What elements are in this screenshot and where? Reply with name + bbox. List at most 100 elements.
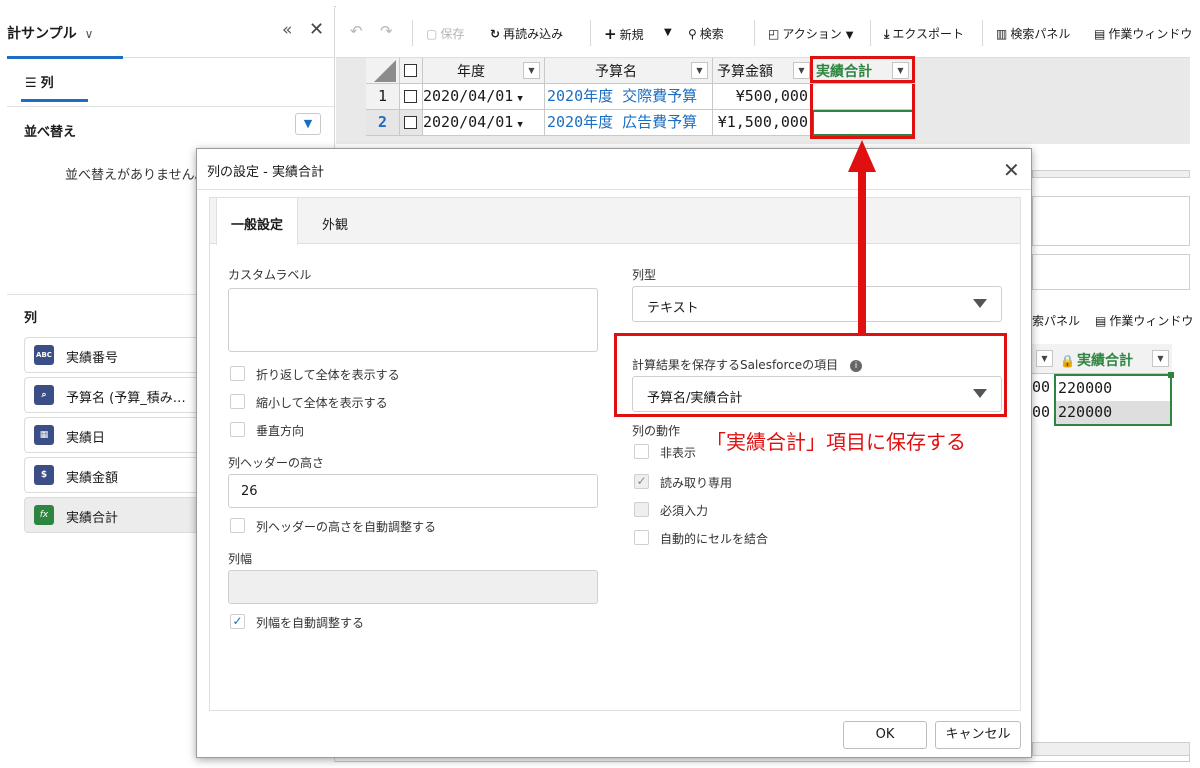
row-checkbox[interactable] — [404, 90, 417, 103]
grid-cell-budget-name-link[interactable]: 2020年度 交際費予算 — [545, 84, 713, 110]
new-button[interactable]: + 新規 — [604, 25, 644, 43]
column-filter-icon[interactable]: ▼ — [691, 62, 708, 79]
highlight-sf-field-box — [614, 333, 1007, 417]
wrap-text-checkbox[interactable] — [230, 366, 245, 381]
grid-cell-date[interactable]: 2020/04/01 ▼ — [423, 110, 545, 136]
toolbar-divider — [870, 20, 871, 46]
cancel-button[interactable]: キャンセル — [935, 721, 1021, 749]
column-type-select[interactable]: テキスト — [632, 286, 1002, 322]
hidden-checkbox[interactable] — [634, 444, 649, 459]
collapse-icon[interactable]: « — [282, 20, 292, 40]
readonly-checkbox[interactable]: ✓ — [634, 474, 649, 489]
column-header-year[interactable]: 年度 ▼ — [423, 58, 545, 84]
custom-label-input[interactable] — [228, 288, 598, 352]
grid-cell-date[interactable]: 2020/04/01 ▼ — [423, 84, 545, 110]
panel-header: 計サンプル ∨ « ✕ — [7, 6, 334, 59]
tab-columns-label: 列 — [40, 76, 54, 91]
undo-icon[interactable]: ↶ — [350, 22, 363, 40]
dialog-tabs: 一般設定 外観 — [210, 198, 1020, 245]
row-checkbox-cell[interactable] — [400, 110, 423, 136]
work-window-icon: ▤ — [1094, 27, 1106, 41]
header-height-value: 26 — [241, 484, 258, 499]
tab-appearance[interactable]: 外観 — [308, 198, 362, 245]
panel-title[interactable]: 計サンプル ∨ — [7, 23, 93, 43]
shrink-text-checkbox[interactable] — [230, 394, 245, 409]
chevron-down-icon[interactable]: ∨ — [85, 27, 94, 41]
column-width-input[interactable] — [228, 570, 598, 604]
column-width-label: 列幅 — [228, 552, 253, 566]
sort-dropdown-button[interactable]: ▼ — [295, 113, 321, 135]
vertical-label: 垂直方向 — [256, 424, 305, 438]
data-grid: 年度 ▼ 予算名 ▼ 予算金額 ▼ 実績合計 ▼ 1 2020/04/01 ▼ 2… — [336, 58, 1190, 144]
lock-icon: 🔒 — [1060, 354, 1075, 368]
wrap-text-label: 折り返して全体を表示する — [256, 368, 400, 382]
checkmark-icon: ✓ — [636, 474, 647, 488]
shrink-text-label: 縮小して全体を表示する — [256, 396, 388, 410]
toolbar-divider — [590, 20, 591, 46]
tab-general[interactable]: 一般設定 — [216, 198, 299, 245]
close-icon[interactable]: ✕ — [1003, 158, 1020, 182]
panel-title-text: 計サンプル — [7, 26, 77, 42]
list-icon: ☰ — [25, 76, 37, 91]
bg-header-label: 🔒 実績合計 — [1060, 350, 1133, 370]
work-window-icon: ▤ — [1095, 314, 1107, 328]
column-item-label: 実績番号 — [66, 351, 119, 366]
toolbar-divider — [412, 20, 413, 46]
new-dropdown-icon[interactable]: ▼ — [664, 27, 672, 38]
column-header-budget-name[interactable]: 予算名 ▼ — [545, 58, 713, 84]
save-button[interactable]: ▢ 保存 — [426, 25, 464, 42]
cell-dropdown-icon[interactable]: ▼ — [517, 120, 522, 130]
panel-title-underline — [7, 56, 123, 59]
row-checkbox-cell[interactable] — [400, 84, 423, 110]
search-panel-button[interactable]: ▥ 検索パネル — [996, 25, 1070, 42]
close-icon[interactable]: ✕ — [309, 19, 324, 40]
search-button[interactable]: ⚲ 検索 — [688, 25, 724, 42]
grid-corner[interactable] — [366, 58, 400, 84]
column-header-budget-amount[interactable]: 予算金額 ▼ — [713, 58, 812, 84]
bg-selected-cells: 220000 220000 — [1054, 374, 1172, 426]
new-label: 新規 — [619, 28, 644, 42]
toolbar: ↶ ↷ ▢ 保存 ↻ 再読み込み + 新規 ▼ ⚲ 検索 ◰ アクション ▼ ⤓ エクスポート… — [336, 6, 1192, 58]
action-button[interactable]: ◰ アクション ▼ — [768, 25, 853, 42]
work-window-button[interactable]: ▤ 作業ウィンドウ — [1094, 25, 1192, 42]
tab-columns-underline — [21, 99, 88, 102]
auto-width-checkbox[interactable]: ✓ — [230, 614, 245, 629]
columns-header: 列 — [24, 311, 38, 326]
column-filter-icon[interactable]: ▼ — [793, 62, 810, 79]
dialog-header-divider — [197, 189, 1031, 190]
grid-cell-amount[interactable]: ¥500,000 — [713, 84, 812, 110]
cell-text: 2020/04/01 — [423, 87, 514, 105]
sort-label: 並べ替え — [24, 125, 77, 140]
redo-icon[interactable]: ↷ — [380, 22, 393, 40]
save-icon: ▢ — [426, 27, 438, 41]
bg-cell-value: 220000 — [1056, 401, 1170, 424]
tab-columns[interactable]: ☰ 列 — [25, 72, 54, 91]
row-checkbox[interactable] — [404, 116, 417, 129]
cell-dropdown-icon[interactable]: ▼ — [517, 94, 522, 104]
header-checkbox-cell[interactable] — [400, 58, 423, 84]
column-header-label: 予算金額 — [717, 64, 773, 80]
no-sort-message: 並べ替えがありません。 — [65, 168, 208, 183]
annotation-text: 「実績合計」項目に保存する — [706, 430, 966, 454]
header-height-label: 列ヘッダーの高さ — [228, 456, 325, 470]
required-checkbox[interactable] — [634, 502, 649, 517]
header-height-input[interactable]: 26 — [228, 474, 598, 508]
custom-label-label: カスタムラベル — [228, 268, 312, 282]
vertical-checkbox[interactable] — [230, 422, 245, 437]
reload-label: 再読み込み — [503, 27, 564, 41]
grid-cell-amount[interactable]: ¥1,500,000 — [713, 110, 812, 136]
calendar-icon: ▦ — [34, 425, 54, 445]
highlight-header-box — [810, 56, 915, 83]
reload-button[interactable]: ↻ 再読み込み — [490, 25, 563, 42]
ok-button[interactable]: OK — [843, 721, 927, 749]
bg-search-panel-label: 索パネル — [1032, 314, 1081, 328]
search-panel-icon: ▥ — [996, 27, 1008, 41]
annotation-arrow-shaft — [858, 170, 866, 334]
header-checkbox[interactable] — [404, 64, 417, 77]
auto-header-height-checkbox[interactable] — [230, 518, 245, 533]
export-button[interactable]: ⤓ エクスポート — [884, 25, 964, 42]
column-header-label: 年度 — [457, 64, 485, 80]
merge-cells-checkbox[interactable] — [634, 530, 649, 545]
column-filter-icon[interactable]: ▼ — [523, 62, 540, 79]
grid-cell-budget-name-link[interactable]: 2020年度 広告費予算 — [545, 110, 713, 136]
